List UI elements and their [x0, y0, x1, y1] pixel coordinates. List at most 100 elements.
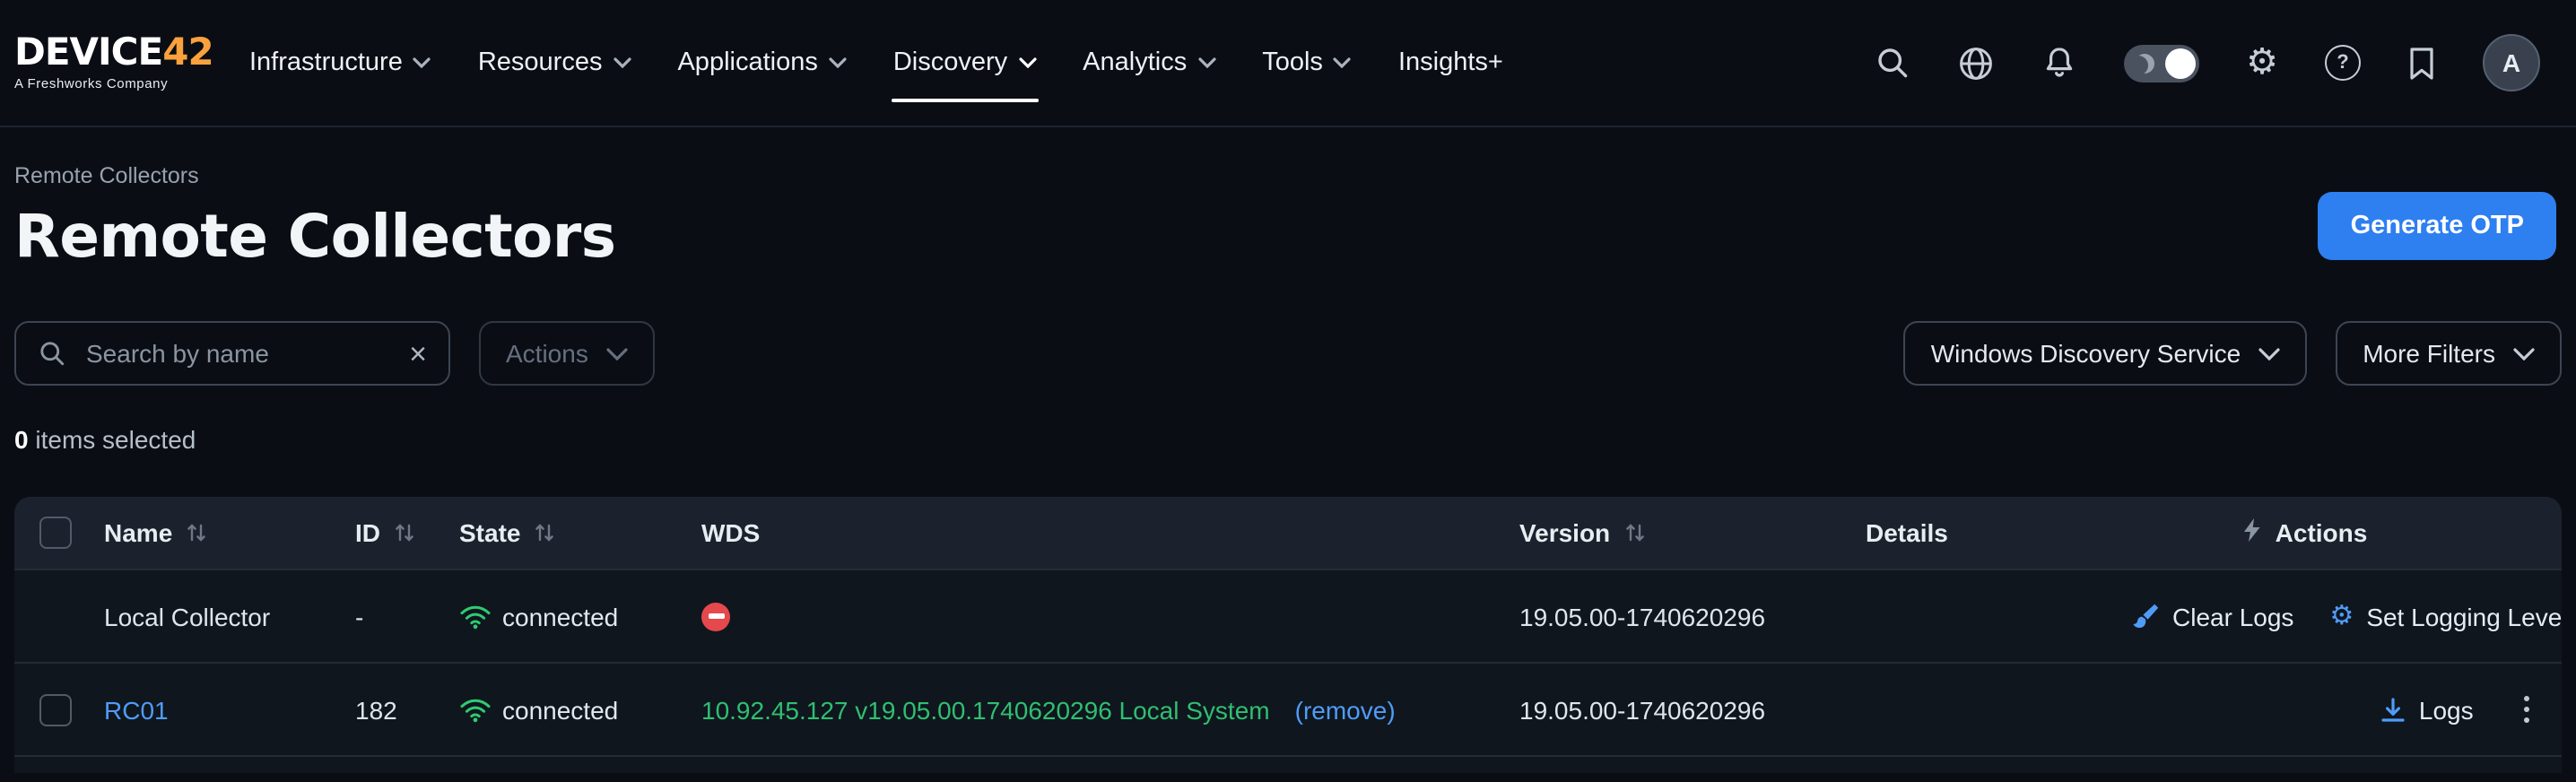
wds-cell: 10.92.45.127 v19.05.00.1740620296 Local … — [701, 695, 1519, 724]
globe-icon[interactable] — [1957, 44, 1995, 82]
column-header-state[interactable]: State — [459, 518, 701, 547]
table-row-rc01: RC01 182 connected 10.92.45.127 v19.05.0… — [14, 662, 2562, 755]
question-mark: ? — [2325, 45, 2361, 81]
state-cell: connected — [459, 695, 701, 724]
chevron-down-icon — [2513, 347, 2535, 360]
clear-search-icon[interactable]: × — [409, 338, 427, 369]
version-cell: 19.05.00-1740620296 — [1519, 602, 1866, 630]
selection-count: 0 — [14, 425, 29, 454]
column-header-version[interactable]: Version — [1519, 518, 1866, 547]
device42-logo[interactable]: DEVICE42 A Freshworks Company — [14, 35, 215, 91]
column-label: Version — [1519, 518, 1610, 547]
help-icon[interactable]: ? — [2325, 45, 2361, 81]
more-filters-dropdown[interactable]: More Filters — [2336, 321, 2562, 386]
state-label: connected — [502, 602, 618, 630]
column-header-wds: WDS — [701, 518, 1519, 547]
search-input[interactable] — [83, 337, 393, 369]
logo-text: DEVICE42 — [14, 35, 215, 73]
chevron-down-icon — [2258, 347, 2280, 360]
moon-icon — [2135, 53, 2154, 73]
notifications-icon[interactable] — [2041, 45, 2077, 81]
chevron-down-icon — [1334, 57, 1352, 68]
sort-icon — [187, 522, 206, 543]
breadcrumb: Remote Collectors — [14, 163, 615, 188]
page-header: Remote Collectors Remote Collectors Gene… — [0, 127, 2576, 271]
brush-icon — [2131, 602, 2160, 630]
nav-item-insights-plus[interactable]: Insights+ — [1375, 0, 1527, 126]
nav-label: Resources — [478, 48, 603, 77]
chevron-down-icon — [1018, 57, 1036, 68]
remote-collectors-page: DEVICE42 A Freshworks Company Infrastruc… — [0, 0, 2576, 782]
nav-label: Insights+ — [1398, 48, 1503, 77]
version-value: 19.05.00-1740620296 — [1519, 602, 1765, 630]
wds-filter-dropdown[interactable]: Windows Discovery Service — [1904, 321, 2307, 386]
version-value: 19.05.00-1740620296 — [1519, 695, 1765, 724]
nav-label: Applications — [677, 48, 817, 77]
collectors-table: Name ID State WDS Version Details — [14, 497, 2562, 755]
nav-item-analytics[interactable]: Analytics — [1059, 0, 1239, 126]
actions-dropdown-label: Actions — [506, 339, 588, 368]
action-label: Logs — [2419, 695, 2474, 724]
selection-status: 0 items selected — [14, 425, 2562, 454]
actions-dropdown[interactable]: Actions — [479, 321, 655, 386]
logo-42: 42 — [162, 31, 213, 74]
column-label: State — [459, 518, 520, 547]
state-label: connected — [502, 695, 618, 724]
bolt-icon — [2243, 518, 2263, 547]
page-header-left: Remote Collectors Remote Collectors — [14, 163, 615, 271]
generate-otp-button[interactable]: Generate OTP — [2319, 192, 2556, 260]
nav-label: Tools — [1262, 48, 1323, 77]
action-label: Set Logging Level — [2366, 602, 2562, 630]
nav-item-infrastructure[interactable]: Infrastructure — [226, 0, 455, 126]
logs-button[interactable]: Logs — [2381, 695, 2474, 724]
nav-item-discovery[interactable]: Discovery — [870, 0, 1059, 126]
sort-icon — [535, 522, 554, 543]
collector-id: 182 — [355, 695, 397, 724]
search-icon — [38, 339, 66, 368]
table-row-local-collector: Local Collector - connected 19.05.00-174… — [14, 569, 2562, 662]
nav-item-tools[interactable]: Tools — [1239, 0, 1375, 126]
row-menu-kebab-icon[interactable] — [2513, 688, 2540, 730]
search-box: × — [14, 321, 450, 386]
search-icon[interactable] — [1875, 45, 1910, 81]
theme-toggle[interactable] — [2124, 44, 2199, 82]
set-logging-level-button[interactable]: ⚙ Set Logging Level — [2329, 602, 2562, 630]
column-label: Details — [1866, 518, 1948, 547]
row-checkbox[interactable] — [39, 693, 72, 726]
more-filters-label: More Filters — [2363, 339, 2495, 368]
id-cell: 182 — [355, 695, 459, 724]
collector-name: Local Collector — [104, 602, 270, 630]
action-label: Clear Logs — [2172, 602, 2293, 630]
download-icon — [2381, 697, 2406, 722]
chevron-down-icon — [829, 57, 847, 68]
topbar-icons: ⚙ ? A — [1875, 34, 2540, 91]
state-cell: connected — [459, 602, 701, 630]
name-cell: RC01 — [104, 695, 355, 724]
wds-remove-link[interactable]: (remove) — [1295, 695, 1396, 724]
nav-item-resources[interactable]: Resources — [455, 0, 655, 126]
user-avatar[interactable]: A — [2483, 34, 2540, 91]
settings-gear-icon[interactable]: ⚙ — [2246, 45, 2278, 81]
nav-label: Analytics — [1083, 48, 1187, 77]
id-cell: - — [355, 602, 459, 630]
column-label: Name — [104, 518, 172, 547]
logo-tagline: A Freshworks Company — [14, 78, 215, 91]
column-label: ID — [355, 518, 380, 547]
column-header-id[interactable]: ID — [355, 518, 459, 547]
collector-name-link[interactable]: RC01 — [104, 695, 169, 724]
main-nav: Infrastructure Resources Applications Di… — [226, 0, 1527, 126]
top-navigation-bar: DEVICE42 A Freshworks Company Infrastruc… — [0, 0, 2576, 127]
select-all-checkbox[interactable] — [39, 517, 72, 549]
actions-cell: Clear Logs ⚙ Set Logging Level — [2131, 595, 2562, 637]
select-all-cell — [39, 517, 104, 549]
gear-icon: ⚙ — [2329, 603, 2354, 630]
bookmark-icon[interactable] — [2407, 46, 2436, 80]
name-cell: Local Collector — [104, 602, 355, 630]
wifi-icon — [459, 604, 492, 629]
clear-logs-button[interactable]: Clear Logs — [2131, 602, 2293, 630]
checkbox-cell — [39, 693, 104, 726]
column-header-name[interactable]: Name — [104, 518, 355, 547]
table-row-partial — [14, 755, 2562, 773]
wds-endpoint-text: 10.92.45.127 v19.05.00.1740620296 Local … — [701, 695, 1270, 724]
nav-item-applications[interactable]: Applications — [654, 0, 869, 126]
